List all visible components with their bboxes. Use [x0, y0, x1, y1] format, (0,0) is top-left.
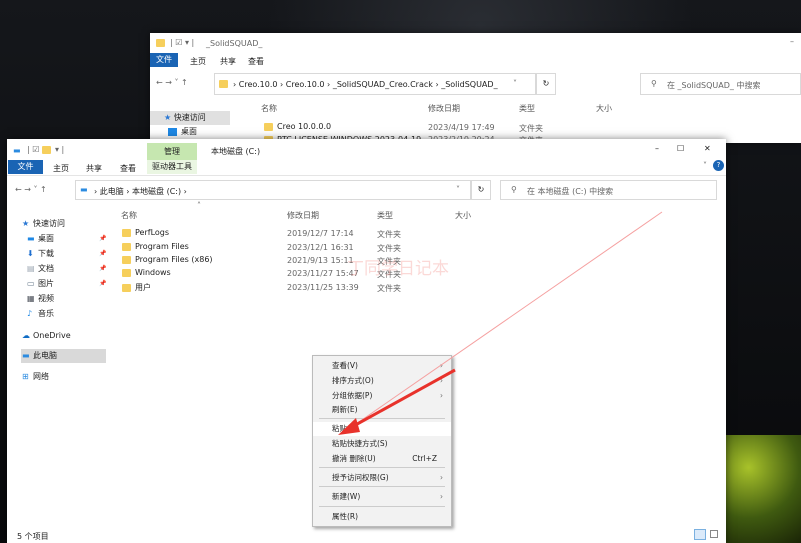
arrow-thin-line	[355, 211, 663, 425]
arrow-shaft	[349, 368, 456, 430]
arrow-head	[338, 418, 360, 435]
red-arrow-annotation	[338, 211, 663, 435]
